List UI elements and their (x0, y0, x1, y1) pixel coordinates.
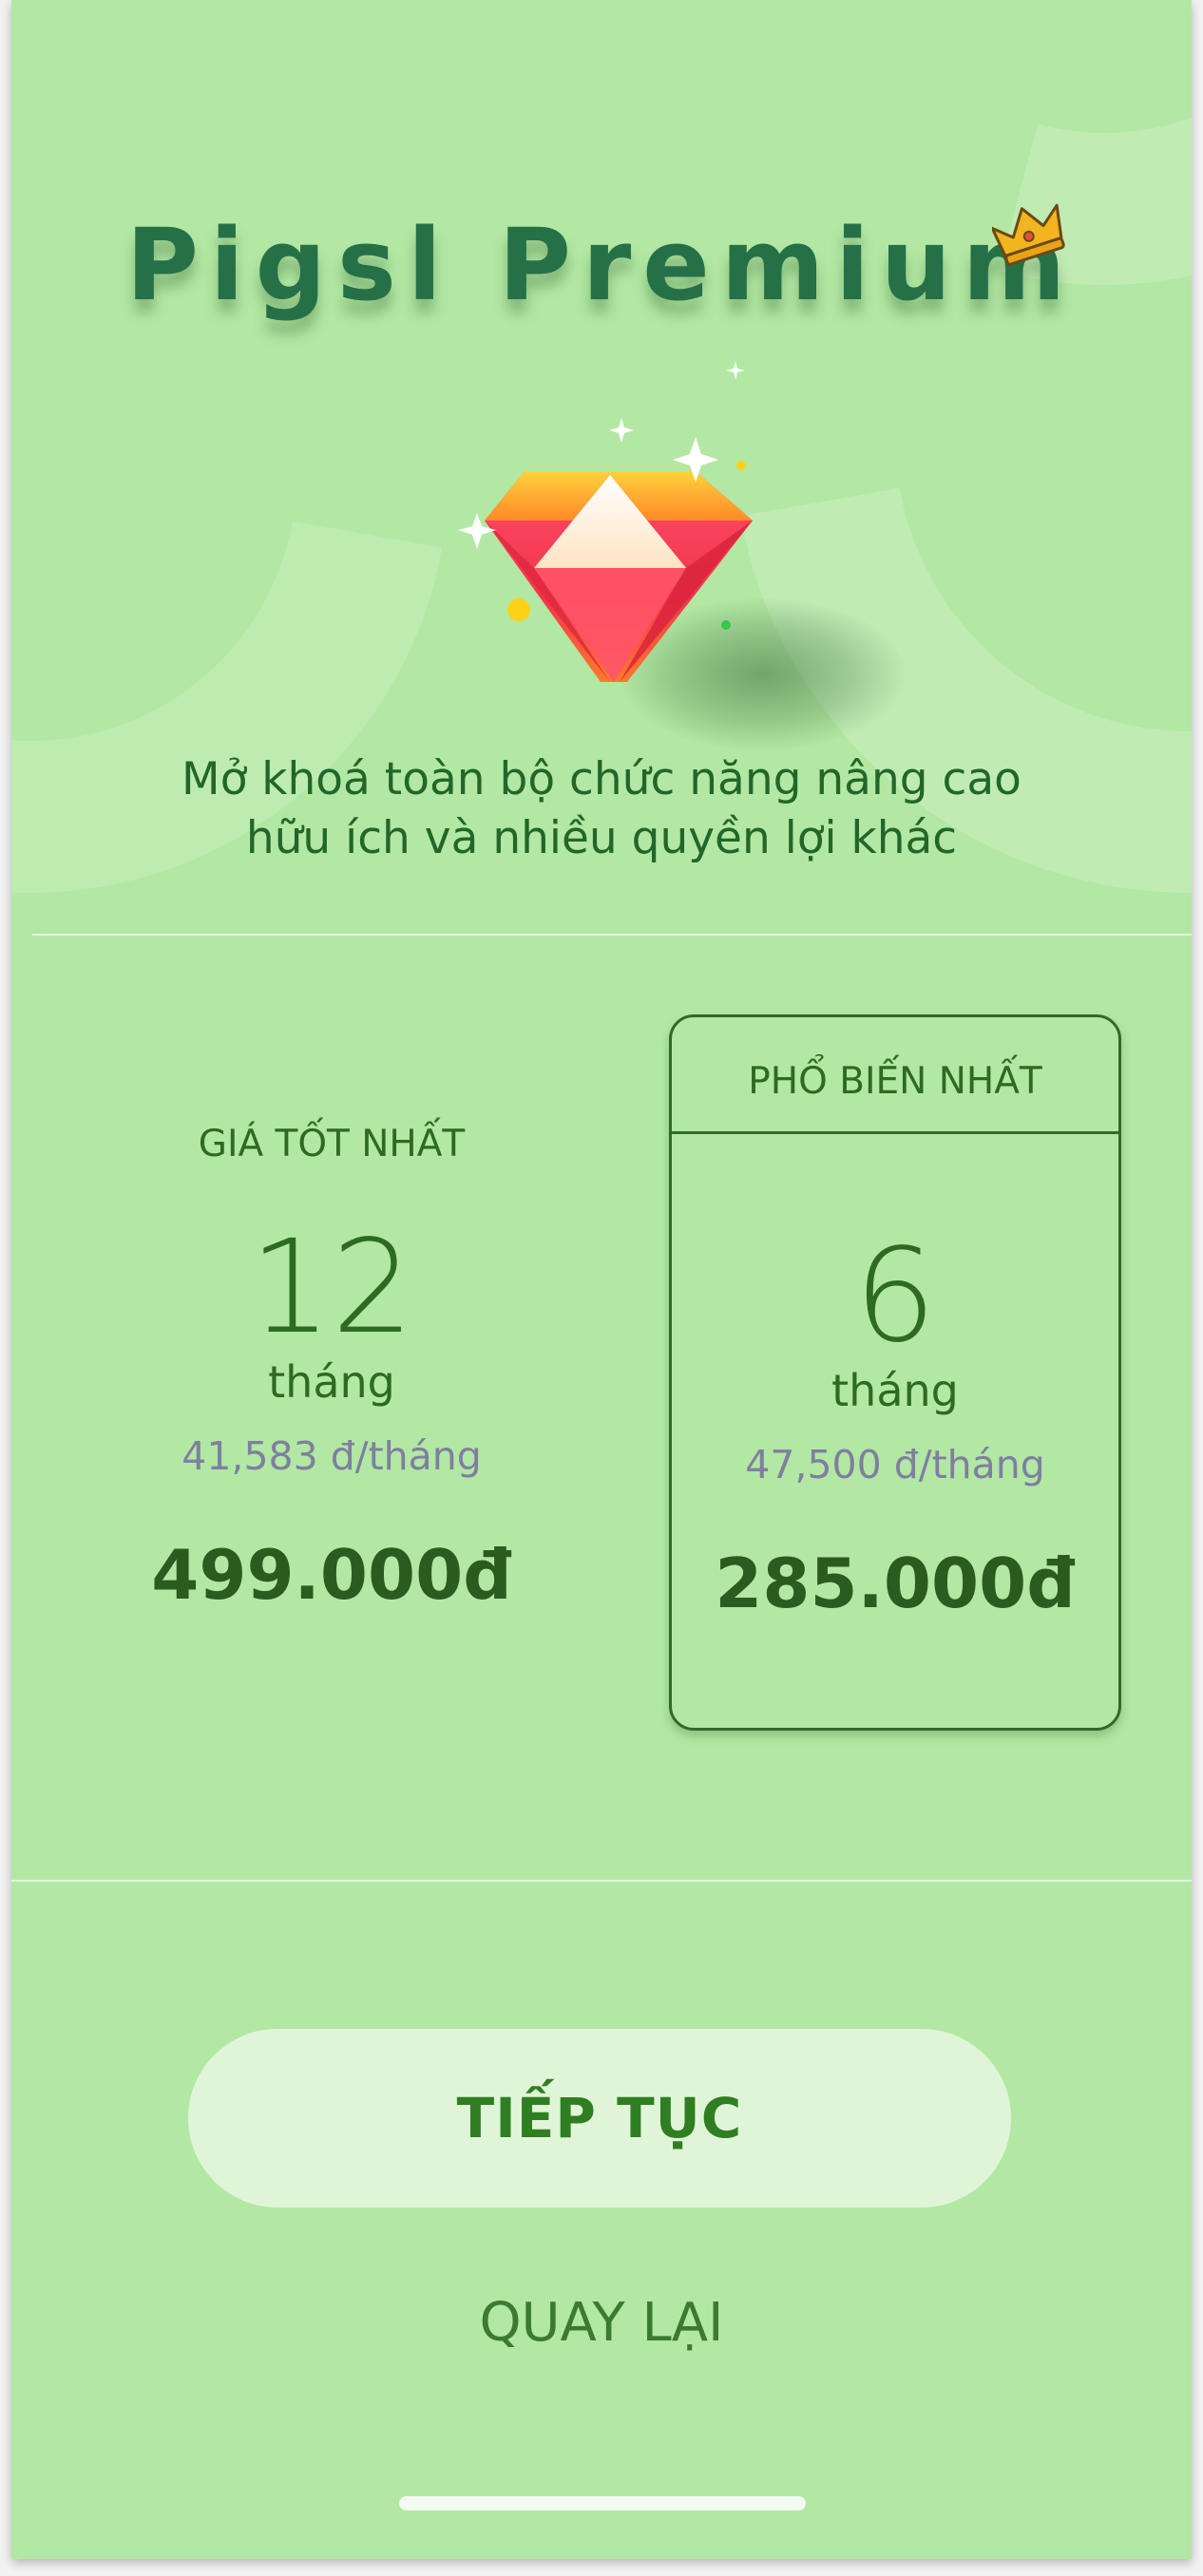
plan-total-price: 285.000đ (715, 1544, 1076, 1623)
divider (32, 934, 1192, 936)
continue-button[interactable]: TIẾP TỤC (188, 2029, 1011, 2207)
plan-monthly-price: 47,500 đ/tháng (745, 1442, 1045, 1487)
crown-icon (992, 203, 1065, 266)
description-line: hữu ích và nhiều quyền lợi khác (245, 812, 958, 864)
back-button[interactable]: QUAY LẠI (316, 2280, 887, 2365)
plan-duration-unit: tháng (831, 1365, 959, 1416)
diamond-gem-icon (458, 361, 753, 682)
plan-card-12-months[interactable]: GIÁ TỐT NHẤT 12 tháng 41,583 đ/tháng 499… (80, 1016, 583, 1729)
premium-description: Mở khoá toàn bộ chức năng nâng cao hữu í… (11, 750, 1192, 868)
plan-monthly-price: 41,583 đ/tháng (181, 1433, 482, 1479)
plan-total-price: 499.000đ (151, 1535, 512, 1615)
premium-screen: Pigsl Premium Mở khoá toàn bộ chức năng … (11, 0, 1192, 2559)
plan-duration: 12 (249, 1213, 414, 1363)
divider (11, 1880, 1192, 1882)
plan-card-6-months[interactable]: PHỔ BIẾN NHẤT 6 tháng 47,500 đ/tháng 285… (669, 1014, 1121, 1731)
plan-badge: PHỔ BIẾN NHẤT (672, 1017, 1118, 1134)
plan-badge: GIÁ TỐT NHẤT (198, 1123, 466, 1165)
plan-duration-unit: tháng (268, 1356, 395, 1408)
description-line: Mở khoá toàn bộ chức năng nâng cao (181, 753, 1022, 805)
home-indicator[interactable] (399, 2496, 806, 2510)
plan-duration: 6 (853, 1222, 937, 1372)
